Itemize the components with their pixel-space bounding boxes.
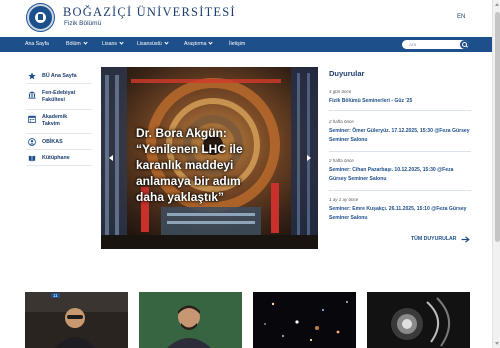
- announcement-item[interactable]: 2 hafta önce Seminer: Ömer Güleryüz. 17.…: [329, 119, 471, 152]
- building-icon: [28, 91, 36, 99]
- page-scrollbar[interactable]: [492, 0, 500, 348]
- site-header: BOĞAZİÇİ ÜNİVERSİTESİ Fizik Bölümü EN: [0, 0, 492, 37]
- news-card[interactable]: [367, 292, 470, 348]
- chevron-right-icon: [307, 155, 311, 161]
- university-logo[interactable]: [27, 4, 54, 31]
- nav-item-department[interactable]: Bölüm: [66, 40, 88, 47]
- sidebar-item-bu-home[interactable]: BÜ Ana Sayfa: [26, 70, 92, 84]
- chevron-down-icon: [119, 40, 124, 45]
- slider-next-button[interactable]: [304, 152, 314, 164]
- scroll-thumb[interactable]: [494, 12, 500, 242]
- nav-item-graduate[interactable]: Lisansüstü: [137, 40, 169, 47]
- nav-item-undergraduate[interactable]: Lisans: [102, 40, 124, 47]
- news-card-image: [253, 292, 356, 348]
- nav-item-home[interactable]: Ana Sayfa: [25, 41, 49, 47]
- news-card[interactable]: [253, 292, 356, 348]
- nav-item-contact[interactable]: İletişim: [229, 41, 245, 47]
- news-card-image: [25, 292, 128, 348]
- scroll-up-icon[interactable]: [495, 3, 499, 6]
- main-nav: Ana Sayfa Bölüm Lisans Lisansüstü Araştı…: [0, 37, 492, 52]
- card-badge: 11: [51, 293, 60, 298]
- search-icon[interactable]: [460, 40, 469, 49]
- university-name[interactable]: BOĞAZİÇİ ÜNİVERSİTESİ: [63, 5, 236, 20]
- chevron-left-icon: [109, 155, 113, 161]
- hero-slider[interactable]: Dr. Bora Akgün: “Yenilenen LHC ile karan…: [101, 67, 318, 249]
- hero-caption[interactable]: Dr. Bora Akgün: “Yenilenen LHC ile karan…: [136, 125, 306, 205]
- announcement-item[interactable]: 2 hafta önce Seminer: Cihan Pazarbaşı. 1…: [329, 158, 471, 191]
- chevron-down-icon: [83, 40, 88, 45]
- star-icon: [28, 72, 36, 80]
- sidebar-item-library[interactable]: Kütüphane: [26, 152, 92, 166]
- nav-item-research[interactable]: Araştırma: [184, 40, 214, 47]
- slider-prev-button[interactable]: [106, 152, 116, 164]
- announcements-title: Duyurular: [329, 69, 365, 78]
- scroll-down-icon[interactable]: [495, 342, 499, 345]
- sidebar-item-obikas[interactable]: OBİKAS: [26, 136, 92, 150]
- chevron-down-icon: [208, 40, 214, 45]
- chevron-down-icon: [164, 40, 169, 45]
- news-card-image: [367, 292, 470, 348]
- book-icon: [28, 155, 36, 162]
- all-announcements-link[interactable]: TÜM DUYURULAR: [411, 236, 457, 242]
- announcement-item[interactable]: 1 ay 1 ay önce Seminer: Emre Kuşakçı. 26…: [329, 197, 471, 229]
- search-input[interactable]: Ara: [409, 42, 416, 47]
- calendar-icon: [28, 115, 36, 123]
- sidebar-item-calendar[interactable]: Akademik Takvim: [26, 112, 92, 134]
- language-switch[interactable]: EN: [457, 14, 465, 20]
- announcement-item[interactable]: 4 gün önce Fizik Bölümü Seminerleri - Gü…: [329, 89, 471, 111]
- user-icon: [28, 138, 36, 146]
- sidebar-item-faculty[interactable]: Fen-Edebiyat Fakültesi: [26, 88, 92, 110]
- arrow-right-icon[interactable]: [461, 236, 470, 243]
- news-card[interactable]: 11: [25, 292, 128, 348]
- news-card-image: [139, 292, 242, 348]
- department-name[interactable]: Fizik Bölümü: [64, 20, 101, 27]
- search-box[interactable]: Ara: [402, 40, 469, 49]
- news-card[interactable]: [139, 292, 242, 348]
